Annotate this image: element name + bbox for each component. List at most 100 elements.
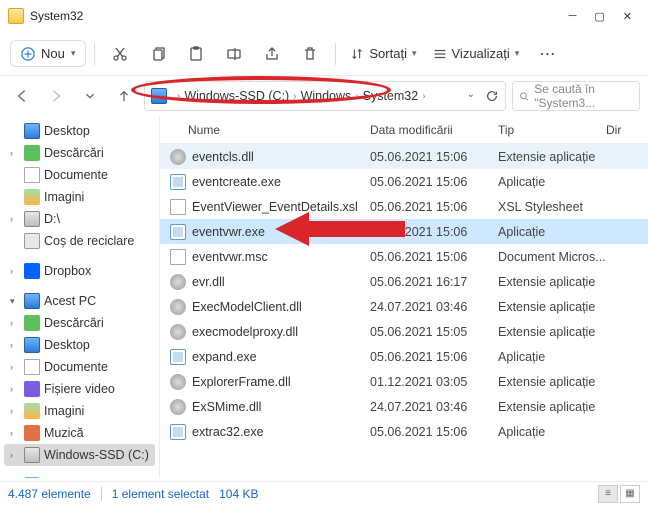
sidebar-item[interactable]: ›Rețea	[0, 474, 159, 478]
cut-button[interactable]	[103, 39, 137, 69]
file-row[interactable]: expand.exe05.06.2021 15:06Aplicație	[160, 344, 648, 369]
chevron-down-icon: ▾	[412, 48, 417, 59]
sidebar-item-label: Imagini	[44, 190, 84, 204]
more-button[interactable]: ⋯	[529, 44, 565, 64]
view-thumbs-button[interactable]: ▦	[620, 485, 640, 503]
share-button[interactable]	[255, 39, 289, 69]
dropbox-icon	[24, 263, 40, 279]
file-row[interactable]: EventViewer_EventDetails.xsl05.06.2021 1…	[160, 194, 648, 219]
file-type: Extensie aplicație	[498, 275, 606, 289]
back-button[interactable]	[8, 82, 36, 110]
new-label: Nou	[41, 46, 65, 61]
sidebar-item[interactable]: ›Windows-SSD (C:)	[4, 444, 155, 466]
gear-icon	[170, 374, 186, 390]
file-type: Extensie aplicație	[498, 150, 606, 164]
status-size: 104 KB	[219, 487, 258, 501]
sort-icon	[350, 47, 364, 61]
sidebar-item[interactable]: ›Imagini	[0, 186, 159, 208]
minimize-button[interactable]: ─	[569, 10, 577, 23]
file-type: Document Micros...	[498, 250, 606, 264]
app-icon	[170, 174, 186, 190]
sidebar-item[interactable]: ›Dropbox	[0, 260, 159, 282]
chevron-right-icon: ›	[422, 91, 425, 102]
col-type[interactable]: Tip	[498, 123, 606, 137]
sidebar-item[interactable]: ›Documente	[0, 164, 159, 186]
sidebar-item[interactable]: ›Descărcări	[0, 312, 159, 334]
gear-icon	[170, 299, 186, 315]
file-date: 05.06.2021 15:06	[370, 225, 498, 239]
sidebar-item[interactable]: ›Documente	[0, 356, 159, 378]
close-button[interactable]: ✕	[623, 10, 632, 23]
paste-button[interactable]	[179, 39, 213, 69]
file-row[interactable]: ExSMime.dll24.07.2021 03:46Extensie apli…	[160, 394, 648, 419]
chevron-right-icon: ›	[355, 91, 358, 102]
chevron-right-icon: ›	[10, 318, 20, 328]
sidebar-item-label: Dropbox	[44, 264, 91, 278]
col-size[interactable]: Dir	[606, 123, 634, 137]
col-name[interactable]: Nume	[160, 123, 370, 137]
file-name: evr.dll	[192, 275, 225, 289]
new-button[interactable]: Nou ▾	[10, 40, 86, 67]
file-date: 01.12.2021 03:05	[370, 375, 498, 389]
net-icon	[24, 477, 40, 478]
app-icon	[170, 224, 186, 240]
maximize-button[interactable]: ▢	[594, 10, 604, 23]
copy-button[interactable]	[141, 39, 175, 69]
gear-icon	[170, 324, 186, 340]
sidebar-item[interactable]: ▾Acest PC	[0, 290, 159, 312]
recent-button[interactable]	[76, 82, 104, 110]
file-row[interactable]: evr.dll 05.06.2021 16:17Extensie aplicați…	[160, 269, 648, 294]
view-details-button[interactable]: ≡	[598, 485, 618, 503]
file-row[interactable]: ExecModelClient.dll24.07.2021 03:46Exten…	[160, 294, 648, 319]
file-type: Extensie aplicație	[498, 400, 606, 414]
breadcrumb-0[interactable]: Windows-SSD (C:)	[184, 89, 289, 103]
paste-icon	[188, 46, 204, 62]
search-icon	[519, 90, 529, 103]
gear-icon	[170, 274, 186, 290]
file-name: expand.exe	[192, 350, 257, 364]
sidebar-item[interactable]: ›Muzică	[0, 422, 159, 444]
forward-button[interactable]	[42, 82, 70, 110]
file-list[interactable]: eventcls.dll05.06.2021 15:06Extensie apl…	[160, 144, 648, 478]
breadcrumb-1[interactable]: Windows	[301, 89, 352, 103]
col-date[interactable]: Data modificării	[370, 123, 498, 137]
refresh-button[interactable]	[485, 89, 499, 103]
nav-bar: › Windows-SSD (C:) › Windows › System32 …	[0, 76, 648, 116]
sidebar-item-label: Fișiere video	[44, 382, 115, 396]
up-button[interactable]	[110, 82, 138, 110]
file-date: 05.06.2021 16:17	[370, 275, 498, 289]
file-row[interactable]: execmodelproxy.dll05.06.2021 15:05Extens…	[160, 319, 648, 344]
file-name: execmodelproxy.dll	[192, 325, 298, 339]
sort-button[interactable]: Sortați ▾	[344, 46, 422, 61]
sidebar-item[interactable]: ›Desktop	[0, 334, 159, 356]
search-input[interactable]: Se caută în "System3...	[512, 81, 640, 111]
file-type: Extensie aplicație	[498, 300, 606, 314]
sidebar-item[interactable]: ›D:\	[0, 208, 159, 230]
sidebar-item-label: Descărcări	[44, 146, 104, 160]
rename-button[interactable]	[217, 39, 251, 69]
file-type: Aplicație	[498, 225, 606, 239]
file-row[interactable]: eventvwr.msc05.06.2021 15:06Document Mic…	[160, 244, 648, 269]
breadcrumb-2[interactable]: System32	[363, 89, 419, 103]
sidebar-item[interactable]: ›Coș de reciclare	[0, 230, 159, 252]
sidebar-item[interactable]: ›Descărcări	[0, 142, 159, 164]
drive-icon	[24, 447, 40, 463]
file-date: 05.06.2021 15:06	[370, 250, 498, 264]
doc-icon	[170, 249, 186, 265]
file-row[interactable]: ExplorerFrame.dll01.12.2021 03:05Extensi…	[160, 369, 648, 394]
sidebar-item[interactable]: ›Desktop	[0, 120, 159, 142]
file-row[interactable]: eventvwr.exe05.06.2021 15:06Aplicație	[160, 219, 648, 244]
img-icon	[24, 189, 40, 205]
chevron-right-icon: ›	[10, 428, 20, 438]
address-bar[interactable]: › Windows-SSD (C:) › Windows › System32 …	[144, 81, 506, 111]
sidebar-item[interactable]: ›Imagini	[0, 400, 159, 422]
file-row[interactable]: eventcreate.exe05.06.2021 15:06Aplicație	[160, 169, 648, 194]
gear-icon	[170, 399, 186, 415]
address-chevron-down-icon[interactable]: ⌄	[467, 89, 475, 103]
file-row[interactable]: eventcls.dll05.06.2021 15:06Extensie apl…	[160, 144, 648, 169]
delete-button[interactable]	[293, 39, 327, 69]
file-row[interactable]: extrac32.exe05.06.2021 15:06Aplicație	[160, 419, 648, 444]
sidebar-item-label: Desktop	[44, 338, 90, 352]
view-button[interactable]: Vizualizați ▾	[427, 46, 526, 61]
sidebar-item[interactable]: ›Fișiere video	[0, 378, 159, 400]
